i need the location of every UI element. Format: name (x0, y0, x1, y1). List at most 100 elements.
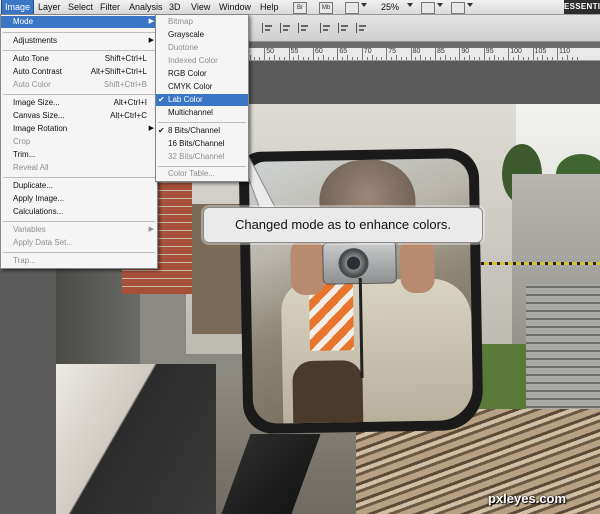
view-extras-icon[interactable] (345, 2, 359, 14)
menu-filter[interactable]: Filter (100, 0, 120, 14)
ruler-tick (454, 57, 456, 60)
ruler-tick (249, 55, 251, 60)
align-left-icon[interactable] (320, 23, 332, 33)
ruler-tick (508, 48, 510, 60)
ruler-label: 65 (339, 48, 348, 55)
ruler-tick (561, 57, 563, 60)
ruler-tick (293, 57, 295, 60)
mode-item-color-table: Color Table... (168, 169, 215, 178)
menu-item-calculations[interactable]: Calculations... (1, 206, 157, 218)
menu-item-image-size[interactable]: Image Size... Alt+Ctrl+I (1, 97, 157, 109)
menu-item-adjustments[interactable]: Adjustments ▶ (1, 35, 157, 47)
menu-help[interactable]: Help (260, 0, 279, 14)
ruler-tick (547, 57, 549, 60)
ruler-tick (308, 57, 310, 60)
ruler-tick (410, 48, 412, 60)
ruler-label: 75 (388, 48, 396, 55)
mode-item-cmyk-color[interactable]: CMYK Color (156, 81, 248, 93)
mode-item-grayscale[interactable]: Grayscale (156, 29, 248, 41)
menu-item-auto-contrast[interactable]: Auto Contrast Alt+Shift+Ctrl+L (1, 66, 157, 78)
workspace-switcher[interactable]: ESSENTI (564, 0, 600, 14)
submenu-arrow-icon: ▶ (148, 37, 154, 44)
menu-item-auto-color: Auto Color Shift+Ctrl+B (13, 80, 147, 89)
ruler-tick (332, 57, 334, 60)
menu-item-reveal-all: Reveal All (13, 163, 49, 172)
menu-separator (158, 166, 246, 167)
ruler-tick (259, 57, 261, 60)
menu-separator (3, 221, 155, 222)
ruler-label: 55 (290, 48, 299, 55)
menu-3d[interactable]: 3D (169, 0, 181, 14)
ruler-tick (352, 57, 354, 60)
ruler-tick (288, 48, 290, 60)
align-top-icon[interactable] (262, 23, 274, 33)
ruler-tick (317, 57, 319, 60)
ruler-tick (517, 55, 519, 60)
view-extras-dropdown-icon[interactable] (361, 3, 367, 7)
menu-item-canvas-size[interactable]: Canvas Size... Alt+Ctrl+C (1, 110, 157, 122)
ruler-label: 50 (266, 48, 274, 55)
menu-image[interactable]: Image (1, 0, 35, 15)
menu-item-apply-image[interactable]: Apply Image... (1, 193, 157, 205)
photo-reflection-bag (292, 359, 364, 424)
ruler-tick (542, 55, 544, 60)
menu-analysis[interactable]: Analysis (129, 0, 163, 14)
menu-window[interactable]: Window (219, 0, 251, 14)
align-bottom-icon[interactable] (298, 23, 310, 33)
screen-mode-dropdown-icon[interactable] (467, 3, 473, 7)
menu-item-auto-tone[interactable]: Auto Tone Shift+Ctrl+L (1, 53, 157, 65)
menu-separator (158, 122, 246, 123)
ruler-label: 95 (485, 48, 494, 55)
menu-item-trap: Trap... (13, 256, 36, 265)
ruler-tick (483, 48, 485, 60)
zoom-level[interactable]: 25% (381, 0, 399, 14)
mode-item-rgb-color[interactable]: RGB Color (156, 68, 248, 80)
menu-item-variables: Variables ▶ (13, 225, 154, 234)
mini-bridge-icon[interactable]: Mb (319, 2, 333, 14)
mode-item-8-bits[interactable]: ✔ 8 Bits/Channel (156, 125, 248, 137)
ruler-tick (371, 55, 373, 60)
menu-item-image-rotation[interactable]: Image Rotation ▶ (1, 123, 157, 135)
menu-view[interactable]: View (191, 0, 210, 14)
ruler-label: 60 (315, 48, 323, 55)
ruler-label: 100 (510, 48, 522, 55)
ruler-label: 80 (412, 48, 421, 55)
ruler-tick (439, 57, 441, 60)
mode-item-16-bits[interactable]: 16 Bits/Channel (156, 138, 248, 150)
ruler-tick (435, 48, 436, 60)
menu-item-crop: Crop (13, 137, 31, 146)
ruler-tick (405, 57, 407, 60)
align-vertical-center-icon[interactable] (280, 23, 292, 33)
zoom-dropdown-icon[interactable] (407, 3, 413, 7)
ruler-tick (303, 57, 305, 60)
ruler-tick (478, 57, 480, 60)
ruler-tick (566, 55, 568, 60)
ruler-label: 90 (461, 48, 470, 55)
menu-select[interactable]: Select (68, 0, 93, 14)
menu-separator (3, 50, 155, 51)
menu-item-trim[interactable]: Trim... (1, 149, 157, 161)
screen-mode-icon[interactable] (451, 2, 465, 14)
ruler-tick (498, 57, 500, 60)
mode-item-multichannel[interactable]: Multichannel (156, 107, 248, 119)
arrange-dropdown-icon[interactable] (437, 3, 443, 7)
checkmark-icon: ✔ (158, 126, 165, 135)
mode-item-duotone: Duotone (168, 43, 199, 52)
menu-separator (3, 94, 155, 95)
menu-layer[interactable]: Layer (38, 0, 61, 14)
mode-item-lab-color[interactable]: ✔ Lab Color (156, 94, 248, 106)
ruler-tick (469, 55, 471, 60)
menu-item-mode[interactable]: Mode ▶ (1, 16, 157, 28)
align-horizontal-center-icon[interactable] (338, 23, 350, 33)
ruler-tick (493, 55, 495, 60)
align-right-icon[interactable] (356, 23, 368, 33)
ruler-tick (342, 57, 344, 60)
ruler-label: 85 (437, 48, 445, 55)
menu-item-duplicate[interactable]: Duplicate... (1, 180, 157, 192)
arrange-documents-icon[interactable] (421, 2, 435, 14)
bridge-icon[interactable]: Br (293, 2, 307, 14)
watermark: pxleyes.com (488, 491, 567, 506)
ruler-tick (322, 55, 324, 60)
ruler-tick (269, 57, 271, 60)
ruler-tick (415, 57, 417, 60)
